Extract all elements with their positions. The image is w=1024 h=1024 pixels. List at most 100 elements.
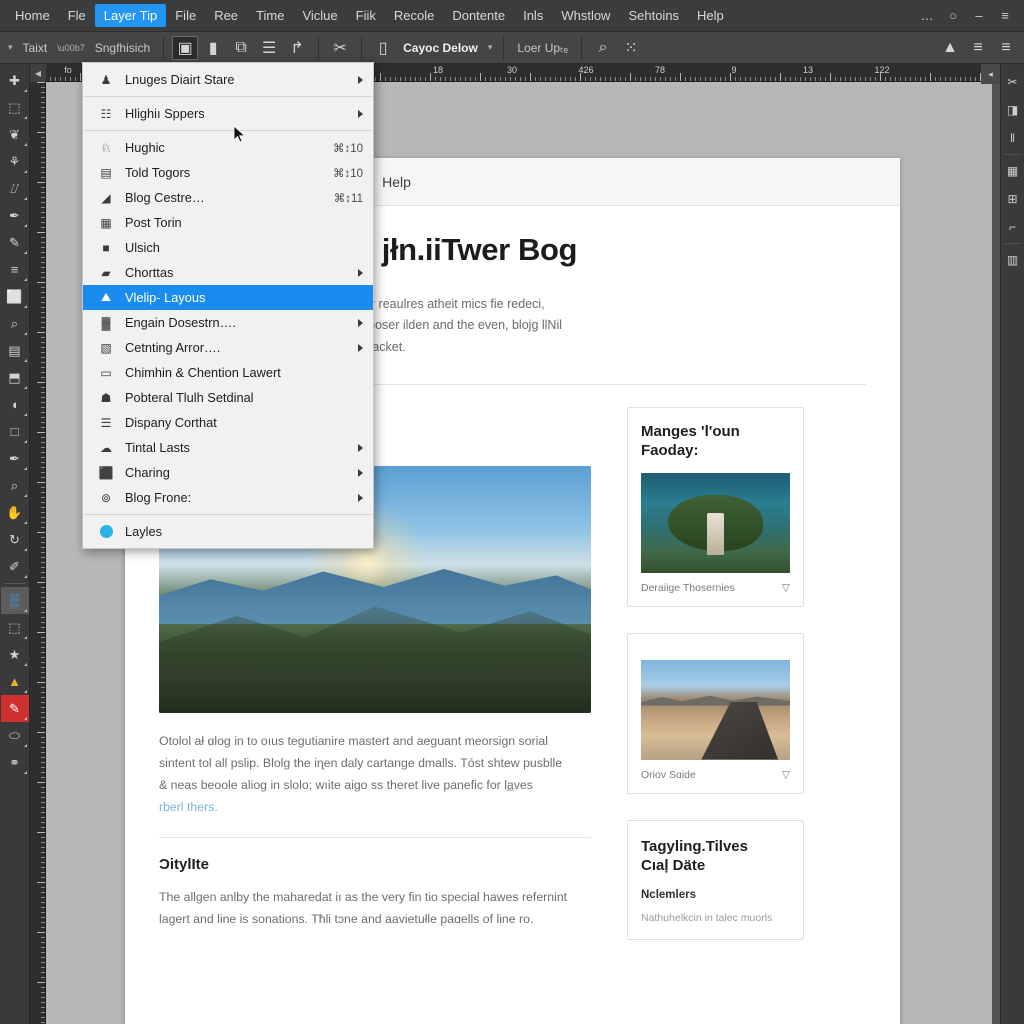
menu-ree[interactable]: Ree <box>205 4 247 27</box>
link-tool[interactable]: ⚭ <box>1 749 29 776</box>
speech-tool[interactable]: ⬭ <box>1 722 29 749</box>
pen-tool[interactable]: ✒ <box>1 445 29 472</box>
ruler-tick-v <box>41 987 45 988</box>
menu-fle[interactable]: Fle <box>59 4 95 27</box>
dock-collapse-button[interactable]: ◂ <box>981 64 1000 84</box>
document-icon[interactable]: ▣ <box>172 35 199 60</box>
eraser-tool[interactable]: ⬒ <box>1 364 29 391</box>
menu-viclue[interactable]: Viclue <box>293 4 346 27</box>
stamp-icon[interactable]: ⧉ <box>228 36 254 60</box>
options-collapse-icon[interactable]: ▲ <box>937 36 963 60</box>
layer-dropdown-menu[interactable]: ♟ Lnuges Diairt Stare ☷ Hlighiı Sppers ♘ Hugh… <box>82 62 374 549</box>
magic-wand-tool[interactable]: ⚘ <box>1 148 29 175</box>
options-menu-icon[interactable]: ≡ <box>965 36 991 60</box>
adjustments-icon[interactable]: ▦ <box>1002 157 1024 185</box>
vertical-ruler[interactable] <box>30 82 46 1024</box>
menu-whstlow[interactable]: Whstlow <box>552 4 619 27</box>
menu-item-layers-distant-state[interactable]: ♟ Lnuges Diairt Stare <box>83 67 373 92</box>
menu-item-hughic[interactable]: ♘ Hughic ⌘↕10 <box>83 135 373 160</box>
menu-item-cetnting-arror[interactable]: ▧ Cetnting Arror…. <box>83 335 373 360</box>
menu-recole[interactable]: Recole <box>385 4 443 27</box>
card-badge-icon[interactable]: ▽ <box>782 769 790 781</box>
site-nav-help[interactable]: Help <box>382 174 411 190</box>
menu-time[interactable]: Time <box>247 4 293 27</box>
menu-inls[interactable]: Inls <box>514 4 552 27</box>
ruler-tick <box>885 77 886 81</box>
menu-home[interactable]: Home <box>6 4 59 27</box>
ruler-tick <box>975 77 976 81</box>
mode-label[interactable]: Sngfhisich <box>89 41 156 55</box>
apps-icon[interactable]: ⁙ <box>618 36 644 60</box>
window-restore-icon[interactable]: ○ <box>940 8 966 23</box>
3d-object-tool[interactable]: ▲ <box>1 668 29 695</box>
menu-layer-tip[interactable]: Layer Tip <box>94 4 167 27</box>
shape-tool[interactable]: ⬜ <box>1 283 29 310</box>
menu-file[interactable]: File <box>166 4 205 27</box>
menu-item-label: Hlighiı Sppers <box>125 106 205 121</box>
star-shape-tool[interactable]: ★ <box>1 641 29 668</box>
menu-help[interactable]: Help <box>688 4 733 27</box>
history-icon[interactable]: ⊞ <box>1002 185 1024 213</box>
menu-item-blog-cestre[interactable]: ◢ Blog Cestre… ⌘↕11 <box>83 185 373 210</box>
dodge-tool[interactable]: □ <box>1 418 29 445</box>
menu-item-post-torin[interactable]: ▦ Post Torin <box>83 210 373 235</box>
menu-item-charing[interactable]: ⬛ Charing <box>83 460 373 485</box>
menu-item-ulsich[interactable]: ■ Ulsich <box>83 235 373 260</box>
foreground-color-tool[interactable]: ✎ <box>0 695 29 722</box>
gradient-tool[interactable]: ▤ <box>1 337 29 364</box>
paths-icon[interactable]: ⌐ <box>1002 213 1024 241</box>
inline-link[interactable]: rberl thers. <box>159 797 591 819</box>
menu-item-engain-dosestrn[interactable]: ▓ Engain Dosestrn…. <box>83 310 373 335</box>
menu-item-pobteral-tlulh-setdinal[interactable]: ☗ Pobteral Tlulh Setdinal <box>83 385 373 410</box>
menu-item-chorttas[interactable]: ▰ Chorttas <box>83 260 373 285</box>
frame-tool[interactable]: ⬚ <box>1 614 29 641</box>
ruler-tick <box>875 77 876 81</box>
layers-icon[interactable]: ▥ <box>1002 246 1024 274</box>
eyedropper-tool[interactable]: ✒ <box>1 202 29 229</box>
menu-item-tintal-lasts[interactable]: ☁ Tintal Lasts <box>83 435 373 460</box>
card-badge-icon[interactable]: ▽ <box>782 582 790 594</box>
color-swatch-icon[interactable]: ◨ <box>1002 96 1024 124</box>
move-tool[interactable]: ✚ <box>1 67 29 94</box>
blur-tool[interactable]: ◖ <box>1 391 29 418</box>
menu-item-vlelip-layous[interactable]: ⛰ Vlelip‐ Layous <box>83 285 373 310</box>
search-icon[interactable]: ⌕ <box>590 36 616 60</box>
options-dropdown-label[interactable]: Cayoc Delow <box>397 41 484 55</box>
options-dropdown-caret-icon[interactable]: ▾ <box>484 42 497 53</box>
options-overflow-icon[interactable]: ≡ <box>993 36 1019 60</box>
menu-sehtoins[interactable]: Sehtoins <box>619 4 688 27</box>
tool-preset-caret-icon[interactable]: ▾ <box>4 42 17 53</box>
hand-tool[interactable]: ✋ <box>1 499 29 526</box>
scissors-icon[interactable]: ✂ <box>1002 68 1024 96</box>
page-icon[interactable]: ▮ <box>200 36 226 60</box>
window-menu-icon[interactable]: ≡ <box>992 8 1018 23</box>
rotate-view-tool[interactable]: ↻ <box>1 526 29 553</box>
path-select-icon[interactable]: ✂ <box>327 36 353 60</box>
healing-brush-tool[interactable]: ✎ <box>1 229 29 256</box>
columns-icon[interactable]: ‖ <box>1002 124 1024 152</box>
menu-item-layles[interactable]: Layles <box>83 519 373 544</box>
ruler-corner-left[interactable]: ◀ <box>30 64 46 82</box>
layers-stack-icon[interactable]: ☰ <box>256 36 282 60</box>
marquee-tool[interactable]: ⬚ <box>1 94 29 121</box>
options-secondary-label[interactable]: Loer Upₜₑ <box>511 41 574 55</box>
menu-item-told-togors[interactable]: ▤ Told Togors ⌘↕10 <box>83 160 373 185</box>
menu-fiik[interactable]: Fiik <box>347 4 385 27</box>
export-icon[interactable]: ↱ <box>284 36 310 60</box>
brush-tool[interactable]: ≡ <box>1 256 29 283</box>
zoom-tool[interactable]: ⌕ <box>1 310 29 337</box>
menu-item-dispany-corthat[interactable]: ☰ Dispany Corthat <box>83 410 373 435</box>
crop-tool[interactable]: ⌰ <box>1 175 29 202</box>
lasso-tool[interactable]: ❦ <box>1 121 29 148</box>
menu-item-highlight-spreads[interactable]: ☷ Hlighiı Sppers <box>83 101 373 126</box>
menu-item-chimhin-chention-lawert[interactable]: ▭ Chimhin & Chention Lawert <box>83 360 373 385</box>
menu-item-blog-frone[interactable]: ⊚ Blog Frone: <box>83 485 373 510</box>
magnifier-tool[interactable]: ⌕ <box>1 472 29 499</box>
measure-tool[interactable]: ✐ <box>1 553 29 580</box>
window-minimize-icon[interactable]: – <box>966 8 992 23</box>
pattern-grid-tool[interactable]: ▒ <box>0 587 29 614</box>
window-more-icon[interactable]: … <box>914 8 940 23</box>
frame-icon[interactable]: ▯ <box>370 36 396 60</box>
menu-item-label: Pobteral Tlulh Setdinal <box>125 390 254 405</box>
menu-dontente[interactable]: Dontente <box>443 4 514 27</box>
